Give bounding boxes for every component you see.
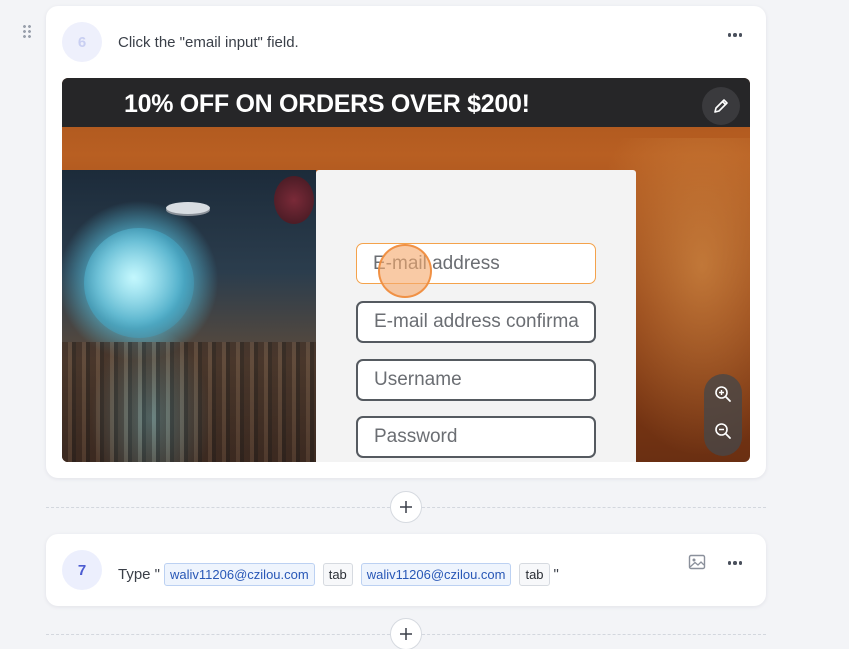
scifi-illustration bbox=[62, 170, 316, 462]
step-card-6: 6 Click the "email input" field. 10% OFF… bbox=[46, 6, 766, 478]
typed-value-chip: waliv11206@czilou.com bbox=[360, 563, 512, 586]
step-number-badge: 7 bbox=[62, 550, 102, 590]
step-number-badge: 6 bbox=[62, 22, 102, 62]
plus-icon bbox=[400, 628, 412, 640]
glowing-orb bbox=[84, 228, 194, 338]
drag-handle-icon[interactable] bbox=[22, 24, 36, 40]
promo-banner: 10% OFF ON ORDERS OVER $200! bbox=[62, 78, 750, 127]
password-field[interactable]: Password bbox=[356, 416, 596, 458]
add-step-button[interactable] bbox=[390, 618, 422, 649]
signup-form-panel: E-mail address E-mail address confirma U… bbox=[316, 170, 636, 462]
spaceship bbox=[166, 202, 210, 214]
more-options-button[interactable] bbox=[726, 26, 744, 44]
email-field[interactable]: E-mail address bbox=[356, 243, 596, 284]
type-prefix: Type " bbox=[118, 566, 161, 583]
more-horizontal-icon bbox=[727, 33, 732, 37]
more-dot bbox=[733, 33, 737, 37]
key-chip: tab bbox=[519, 563, 550, 586]
key-chip: tab bbox=[322, 563, 353, 586]
add-step-button[interactable] bbox=[390, 491, 422, 523]
type-suffix: " bbox=[553, 566, 559, 583]
more-dot bbox=[738, 561, 743, 565]
email-confirmation-field[interactable]: E-mail address confirma bbox=[356, 301, 596, 343]
more-options-button[interactable] bbox=[726, 554, 744, 572]
username-field[interactable]: Username bbox=[356, 359, 596, 401]
zoom-controls bbox=[704, 374, 742, 456]
zoom-out-icon[interactable] bbox=[713, 421, 733, 441]
robot bbox=[274, 176, 314, 224]
step-screenshot: 10% OFF ON ORDERS OVER $200! E-mail addr… bbox=[62, 78, 750, 462]
more-dot bbox=[738, 33, 743, 37]
zoom-in-icon[interactable] bbox=[713, 384, 733, 404]
more-dot bbox=[733, 561, 737, 565]
typed-value-chip: waliv11206@czilou.com bbox=[164, 563, 315, 586]
promo-banner-text: 10% OFF ON ORDERS OVER $200! bbox=[124, 90, 530, 118]
step-card-7: 7 Type " waliv11206@czilou.com tab waliv… bbox=[46, 534, 766, 606]
image-icon[interactable] bbox=[688, 554, 706, 570]
pencil-icon bbox=[714, 99, 728, 113]
edit-screenshot-button[interactable] bbox=[702, 87, 740, 125]
more-horizontal-icon bbox=[727, 561, 732, 565]
city-skyline bbox=[62, 342, 316, 462]
step-instruction: Click the "email input" field. bbox=[118, 34, 299, 51]
plus-icon bbox=[400, 501, 412, 513]
step-instruction: Type " waliv11206@czilou.com tab waliv11… bbox=[118, 563, 559, 586]
